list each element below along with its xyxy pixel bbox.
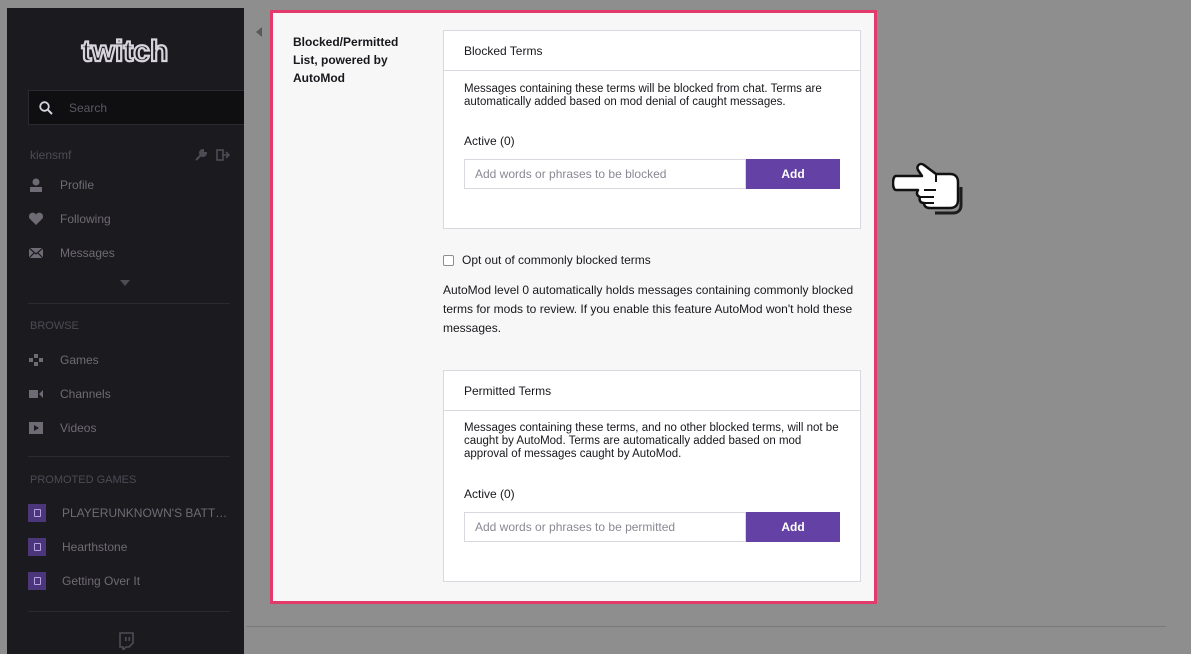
permitted-terms-input[interactable]: Add words or phrases to be permitted xyxy=(464,512,746,542)
blocked-terms-description: Messages containing these terms will be … xyxy=(464,83,822,108)
game-icon xyxy=(28,572,46,590)
optout-row[interactable]: Opt out of commonly blocked terms xyxy=(443,253,651,267)
promoted-game-item[interactable]: Getting Over It xyxy=(28,570,238,592)
blocked-terms-input[interactable]: Add words or phrases to be blocked xyxy=(464,159,746,189)
logout-icon[interactable] xyxy=(216,148,230,162)
search-bar[interactable]: Search xyxy=(28,90,244,125)
heart-icon xyxy=(28,212,44,225)
permitted-active-count: Active (0) xyxy=(464,487,515,501)
divider xyxy=(28,303,230,304)
gamepad-icon xyxy=(29,354,43,366)
game-label: PLAYERUNKNOWN'S BATT… xyxy=(62,506,228,520)
section-label: Blocked/Permitted List, powered by AutoM… xyxy=(293,35,399,85)
game-label: Getting Over It xyxy=(62,574,141,588)
collapse-sidebar-icon[interactable] xyxy=(255,27,263,37)
sidebar-item-label: Channels xyxy=(60,387,111,401)
sidebar-item-label: Videos xyxy=(60,421,97,435)
add-permitted-button[interactable]: Add xyxy=(746,512,840,542)
sidebar-item-games[interactable]: Games xyxy=(28,349,238,371)
play-icon xyxy=(29,422,43,434)
optout-checkbox[interactable] xyxy=(443,254,454,266)
user-row: kiensmf xyxy=(30,147,230,163)
person-icon xyxy=(30,178,42,192)
sidebar-item-channels[interactable]: Channels xyxy=(28,383,238,405)
game-icon xyxy=(28,538,46,556)
divider xyxy=(28,611,230,612)
camera-icon xyxy=(29,390,43,398)
browse-label: BROWSE xyxy=(30,320,79,332)
automod-settings-panel: Blocked/Permitted List, powered by AutoM… xyxy=(270,10,877,604)
sidebar-item-messages[interactable]: Messages xyxy=(28,242,238,264)
sidebar-item-label: Games xyxy=(60,353,99,367)
sidebar-item-label: Following xyxy=(60,212,111,226)
blocked-active-count: Active (0) xyxy=(464,134,515,148)
game-icon xyxy=(28,504,46,522)
optout-label: Opt out of commonly blocked terms xyxy=(462,253,651,267)
sidebar-item-following[interactable]: Following xyxy=(28,208,238,230)
automod-description: AutoMod level 0 automatically holds mess… xyxy=(443,283,854,335)
blocked-terms-title: Blocked Terms xyxy=(444,31,860,71)
chevron-down-icon[interactable] xyxy=(120,280,130,286)
sidebar-item-label: Profile xyxy=(60,178,95,192)
envelope-icon xyxy=(28,247,44,259)
blocked-terms-card: Blocked Terms Messages containing these … xyxy=(443,30,861,229)
permitted-terms-title: Permitted Terms xyxy=(444,371,860,411)
pointing-hand-icon xyxy=(892,162,963,215)
sidebar-item-profile[interactable]: Profile xyxy=(28,174,238,196)
wrench-icon[interactable] xyxy=(194,148,208,162)
sidebar-item-label: Messages xyxy=(60,246,115,260)
divider xyxy=(28,456,230,457)
sidebar: twitch Search kiensmf Profile Following xyxy=(7,8,244,654)
promoted-game-item[interactable]: Hearthstone xyxy=(28,536,238,558)
promoted-games-label: PROMOTED GAMES xyxy=(30,474,137,486)
sidebar-item-videos[interactable]: Videos xyxy=(28,417,238,439)
permitted-terms-description: Messages containing these terms, and no … xyxy=(464,422,839,460)
promoted-game-item[interactable]: PLAYERUNKNOWN'S BATT… xyxy=(28,502,238,524)
twitch-logo[interactable]: twitch xyxy=(75,30,175,72)
permitted-terms-card: Permitted Terms Messages containing thes… xyxy=(443,370,861,582)
twitch-glitch-icon[interactable] xyxy=(118,632,134,650)
username[interactable]: kiensmf xyxy=(30,148,186,162)
svg-text:twitch: twitch xyxy=(82,35,169,68)
add-blocked-button[interactable]: Add xyxy=(746,159,840,189)
game-label: Hearthstone xyxy=(62,540,128,554)
divider xyxy=(246,626,1166,627)
